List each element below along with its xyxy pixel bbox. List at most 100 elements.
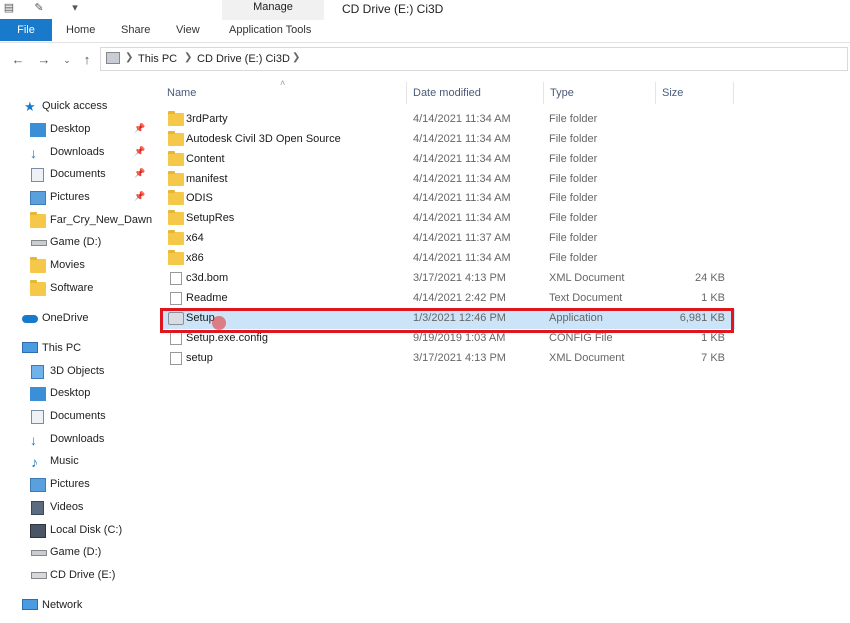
manage-tab[interactable]: Manage bbox=[222, 1, 324, 13]
nav-this-pc[interactable]: This PC bbox=[0, 338, 155, 360]
tab-application-tools[interactable]: Application Tools bbox=[229, 19, 311, 41]
nav-quick-game-d[interactable]: Game (D:) bbox=[0, 232, 155, 254]
documents-icon bbox=[31, 168, 44, 182]
nav-pc-downloads[interactable]: ↓ Downloads bbox=[0, 429, 155, 451]
nav-network[interactable]: Network bbox=[0, 595, 155, 617]
file-row[interactable]: setup 3/17/2021 4:13 PM XML Document 7 K… bbox=[160, 349, 735, 369]
column-divider[interactable] bbox=[733, 82, 734, 104]
folder-icon bbox=[168, 151, 184, 166]
file-name: Autodesk Civil 3D Open Source bbox=[186, 133, 341, 145]
nav-label: Game (D:) bbox=[50, 236, 102, 248]
file-row[interactable]: ODIS 4/14/2021 11:34 AM File folder bbox=[160, 189, 735, 209]
nav-label: Desktop bbox=[50, 387, 91, 399]
nav-quick-access[interactable]: ★ Quick access bbox=[0, 96, 155, 118]
breadcrumb-this-pc[interactable]: This PC bbox=[138, 53, 177, 65]
nav-label: Local Disk (C:) bbox=[50, 524, 123, 536]
tab-file[interactable]: File bbox=[0, 19, 52, 41]
nav-label: Software bbox=[50, 282, 94, 294]
file-row[interactable]: Autodesk Civil 3D Open Source 4/14/2021 … bbox=[160, 130, 735, 150]
nav-label: Movies bbox=[50, 259, 85, 271]
tab-view[interactable]: View bbox=[176, 19, 200, 41]
folder-icon bbox=[30, 212, 46, 228]
file-date: 4/14/2021 11:34 AM bbox=[413, 153, 511, 165]
music-icon: ♪ bbox=[31, 454, 38, 470]
column-divider[interactable] bbox=[406, 82, 407, 104]
nav-label: Desktop bbox=[50, 123, 91, 135]
properties-icon[interactable]: ✎ bbox=[32, 2, 46, 15]
file-type: File folder bbox=[549, 173, 598, 185]
column-header-name[interactable]: Name bbox=[167, 87, 196, 99]
file-type: XML Document bbox=[549, 352, 625, 364]
nav-quick-pictures[interactable]: Pictures 📌 bbox=[0, 187, 155, 209]
nav-pc-documents[interactable]: Documents bbox=[0, 406, 155, 428]
up-arrow-icon[interactable]: ↑ bbox=[79, 52, 95, 68]
computer-icon bbox=[22, 342, 38, 353]
file-type: XML Document bbox=[549, 272, 625, 284]
file-row[interactable]: x86 4/14/2021 11:34 AM File folder bbox=[160, 249, 735, 269]
file-row[interactable]: 3rdParty 4/14/2021 11:34 AM File folder bbox=[160, 110, 735, 130]
nav-quick-software[interactable]: Software bbox=[0, 278, 155, 300]
nav-pc-pictures[interactable]: Pictures bbox=[0, 474, 155, 496]
file-row[interactable]: Readme 4/14/2021 2:42 PM Text Document 1… bbox=[160, 289, 735, 309]
nav-pc-videos[interactable]: Videos bbox=[0, 497, 155, 519]
breadcrumb-cd-drive[interactable]: CD Drive (E:) Ci3D bbox=[197, 53, 290, 65]
file-row[interactable]: x64 4/14/2021 11:37 AM File folder bbox=[160, 229, 735, 249]
drive-icon bbox=[31, 240, 47, 246]
nav-quick-movies[interactable]: Movies bbox=[0, 255, 155, 277]
column-divider[interactable] bbox=[543, 82, 544, 104]
column-header-date[interactable]: Date modified bbox=[413, 87, 481, 99]
tab-share[interactable]: Share bbox=[121, 19, 150, 41]
chevron-right-icon[interactable]: ❯ bbox=[184, 52, 192, 63]
nav-pc-desktop[interactable]: Desktop bbox=[0, 383, 155, 405]
column-header-size[interactable]: Size bbox=[662, 87, 683, 99]
nav-pc-cd-drive-e[interactable]: CD Drive (E:) bbox=[0, 565, 155, 587]
documents-icon bbox=[31, 410, 44, 424]
file-size: 1 KB bbox=[701, 332, 725, 344]
chevron-right-icon[interactable]: ❯ bbox=[292, 52, 300, 63]
tab-home[interactable]: Home bbox=[66, 19, 95, 41]
window-title: CD Drive (E:) Ci3D bbox=[342, 2, 444, 16]
file-row[interactable]: Content 4/14/2021 11:34 AM File folder bbox=[160, 150, 735, 170]
nav-label: This PC bbox=[42, 342, 82, 354]
file-row[interactable]: manifest 4/14/2021 11:34 AM File folder bbox=[160, 170, 735, 190]
column-divider[interactable] bbox=[655, 82, 656, 104]
nav-quick-documents[interactable]: Documents 📌 bbox=[0, 164, 155, 186]
nav-quick-desktop[interactable]: Desktop 📌 bbox=[0, 119, 155, 141]
customize-toolbar-icon[interactable]: ▾ bbox=[68, 2, 82, 15]
file-date: 4/14/2021 11:34 AM bbox=[413, 212, 511, 224]
nav-label: Downloads bbox=[50, 146, 105, 158]
nav-quick-downloads[interactable]: ↓ Downloads 📌 bbox=[0, 142, 155, 164]
pictures-icon bbox=[30, 191, 46, 205]
windows-drive-icon bbox=[30, 524, 46, 538]
nav-pc-local-disk-c[interactable]: Local Disk (C:) bbox=[0, 520, 155, 542]
nav-onedrive[interactable]: OneDrive bbox=[0, 308, 155, 330]
nav-pc-music[interactable]: ♪ Music bbox=[0, 451, 155, 473]
column-header-type[interactable]: Type bbox=[550, 87, 574, 99]
file-row[interactable]: SetupRes 4/14/2021 11:34 AM File folder bbox=[160, 209, 735, 229]
file-row[interactable]: c3d.bom 3/17/2021 4:13 PM XML Document 2… bbox=[160, 269, 735, 289]
nav-label: Videos bbox=[50, 501, 84, 513]
folder-icon bbox=[168, 131, 184, 146]
recent-locations-chevron-icon[interactable]: ⌄ bbox=[59, 52, 75, 68]
forward-arrow-icon[interactable]: → bbox=[36, 52, 52, 68]
nav-pc-game-d[interactable]: Game (D:) bbox=[0, 542, 155, 564]
file-type: Text Document bbox=[549, 292, 623, 304]
videos-icon bbox=[31, 501, 44, 515]
download-icon: ↓ bbox=[30, 145, 37, 161]
file-size: 24 KB bbox=[695, 272, 725, 284]
nav-label: Network bbox=[42, 599, 83, 611]
file-type: File folder bbox=[549, 153, 598, 165]
nav-quick-far-cry[interactable]: Far_Cry_New_Dawn bbox=[0, 210, 155, 232]
back-arrow-icon[interactable]: ← bbox=[10, 52, 26, 68]
file-type: File folder bbox=[549, 192, 598, 204]
file-date: 4/14/2021 11:34 AM bbox=[413, 113, 511, 125]
explorer-icon[interactable]: ▤ bbox=[2, 2, 16, 15]
file-date: 9/19/2019 1:03 AM bbox=[413, 332, 506, 344]
xml-document-icon bbox=[170, 352, 182, 365]
pin-icon: 📌 bbox=[134, 168, 146, 178]
chevron-right-icon[interactable]: ❯ bbox=[125, 52, 133, 63]
file-date: 4/14/2021 11:34 AM bbox=[413, 173, 511, 185]
nav-label: Documents bbox=[50, 168, 106, 180]
file-name: ODIS bbox=[186, 192, 213, 204]
nav-pc-3d-objects[interactable]: 3D Objects bbox=[0, 361, 155, 383]
